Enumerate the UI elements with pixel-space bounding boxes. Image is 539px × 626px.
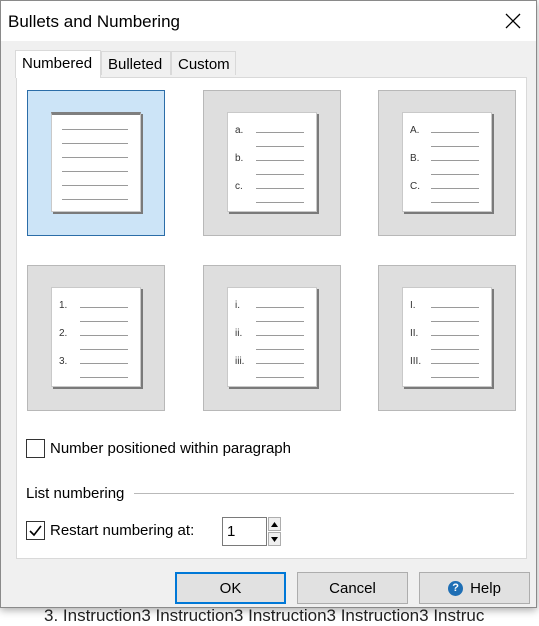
preview-line <box>431 160 479 161</box>
restart-numbering-label: Restart numbering at: <box>50 522 195 539</box>
bullets-numbering-dialog: Bullets and Numbering Numbered Bulleted … <box>0 0 537 608</box>
arrow-up-icon <box>271 521 278 527</box>
preview-marker: A. <box>410 125 420 136</box>
ok-button[interactable]: OK <box>175 572 286 604</box>
number-positioned-label: Number positioned within paragraph <box>50 440 291 457</box>
background-text: 3. Instruction3 Instruction3 Instruction… <box>44 606 485 625</box>
preview-marker: C. <box>410 181 420 192</box>
close-icon <box>505 13 521 29</box>
tab-bulleted[interactable]: Bulleted <box>101 51 171 75</box>
preview-line <box>256 321 304 322</box>
preview-line <box>431 307 479 308</box>
restart-numbering-checkbox[interactable] <box>26 521 45 540</box>
style-preview-page: i. ii. iii. <box>227 287 317 387</box>
numbering-style-upper-alpha[interactable]: A. B. C. <box>378 90 516 236</box>
close-button[interactable] <box>490 1 536 41</box>
cancel-button-label: Cancel <box>329 579 376 597</box>
dialog-title: Bullets and Numbering <box>8 12 180 31</box>
help-icon: ? <box>448 580 464 596</box>
preview-marker: 3. <box>59 356 68 367</box>
preview-line <box>80 363 128 364</box>
preview-line <box>431 132 479 133</box>
numbering-style-lower-alpha[interactable]: a. b. c. <box>203 90 341 236</box>
preview-line <box>256 188 304 189</box>
preview-marker: iii. <box>235 356 245 367</box>
ok-button-label: OK <box>219 579 242 597</box>
preview-marker: ii. <box>235 328 243 339</box>
restart-value-input[interactable] <box>222 517 267 546</box>
preview-line <box>256 377 304 378</box>
preview-line <box>62 129 128 130</box>
preview-marker: B. <box>410 153 420 164</box>
preview-marker: 1. <box>59 300 68 311</box>
preview-line <box>256 349 304 350</box>
numbering-style-upper-roman[interactable]: I. II. III. <box>378 265 516 411</box>
number-positioned-checkbox[interactable] <box>26 439 45 458</box>
preview-marker: i. <box>235 300 240 311</box>
preview-line <box>431 202 479 203</box>
preview-marker: b. <box>235 153 244 164</box>
style-preview-page: 1. 2. 3. <box>51 287 141 387</box>
preview-line <box>62 143 128 144</box>
help-button[interactable]: ? Help <box>419 572 530 604</box>
checkmark-icon <box>29 525 42 537</box>
preview-line <box>431 377 479 378</box>
preview-marker: I. <box>410 300 416 311</box>
preview-marker: III. <box>410 356 422 367</box>
preview-line <box>431 174 479 175</box>
preview-line <box>431 363 479 364</box>
preview-line <box>256 202 304 203</box>
preview-line <box>80 321 128 322</box>
preview-line <box>80 335 128 336</box>
preview-line <box>256 307 304 308</box>
preview-line <box>256 146 304 147</box>
preview-marker: II. <box>410 328 419 339</box>
preview-marker: a. <box>235 125 244 136</box>
style-preview-page: a. b. c. <box>227 112 317 212</box>
style-preview-page: A. B. C. <box>402 112 492 212</box>
preview-line <box>80 307 128 308</box>
preview-line <box>256 335 304 336</box>
numbering-style-lower-roman[interactable]: i. ii. iii. <box>203 265 341 411</box>
title-bar[interactable]: Bullets and Numbering <box>1 1 536 41</box>
tab-custom[interactable]: Custom <box>171 51 236 75</box>
help-button-label: Help <box>470 579 501 597</box>
spin-up-button[interactable] <box>268 517 281 531</box>
preview-line <box>62 199 128 200</box>
numbering-style-none[interactable] <box>27 90 165 236</box>
preview-line <box>80 377 128 378</box>
spin-down-button[interactable] <box>268 532 281 546</box>
preview-line <box>256 132 304 133</box>
preview-line <box>431 188 479 189</box>
arrow-down-icon <box>271 536 278 542</box>
preview-line <box>62 185 128 186</box>
preview-line <box>431 321 479 322</box>
preview-line <box>431 349 479 350</box>
tab-numbered[interactable]: Numbered <box>15 50 101 78</box>
numbering-style-decimal[interactable]: 1. 2. 3. <box>27 265 165 411</box>
group-divider <box>134 493 514 494</box>
preview-marker: 2. <box>59 328 68 339</box>
preview-line <box>256 363 304 364</box>
preview-line <box>80 349 128 350</box>
preview-line <box>431 146 479 147</box>
list-numbering-group-label: List numbering <box>26 485 125 502</box>
preview-line <box>431 335 479 336</box>
style-preview-page <box>51 112 141 212</box>
preview-marker: c. <box>235 181 243 192</box>
style-preview-page: I. II. III. <box>402 287 492 387</box>
preview-line <box>62 157 128 158</box>
cancel-button[interactable]: Cancel <box>297 572 408 604</box>
preview-line <box>256 160 304 161</box>
preview-line <box>256 174 304 175</box>
preview-line <box>62 171 128 172</box>
